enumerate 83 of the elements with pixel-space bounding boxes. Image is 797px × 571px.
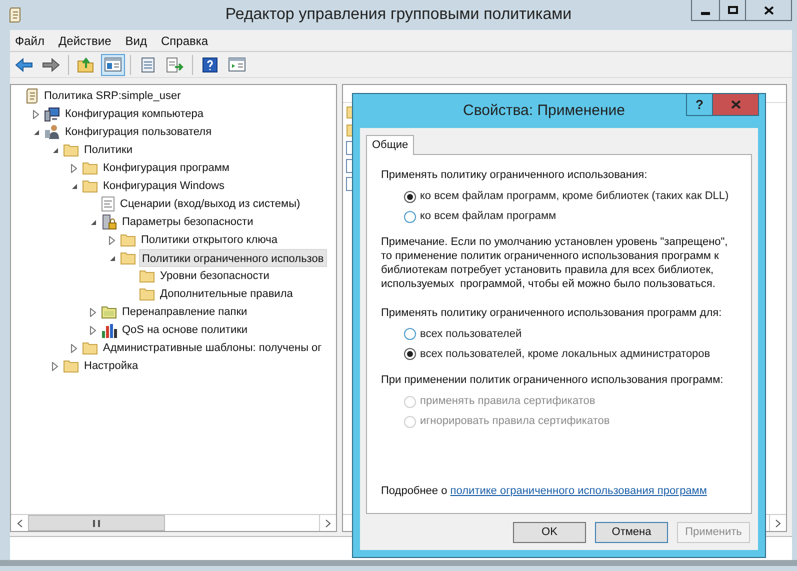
- tree-item[interactable]: QoS на основе политики: [120, 321, 250, 339]
- close-icon: [730, 100, 740, 109]
- scroll-thumb[interactable]: [28, 515, 165, 531]
- expanded-arrow-icon[interactable]: [109, 254, 116, 262]
- group-label: Применять политику ограниченного использования:: [381, 168, 648, 183]
- radio-label: ко всем файлам программ, кроме библиотек (таких как DLL): [420, 189, 729, 204]
- tree-item[interactable]: Перенаправление папки: [120, 303, 250, 321]
- scroll-icon: [25, 88, 39, 104]
- expanded-arrow-icon[interactable]: [52, 146, 59, 154]
- radio-label: применять правила сертификатов: [420, 394, 596, 410]
- tree-item[interactable]: Настройка: [82, 357, 140, 375]
- tree-item[interactable]: Параметры безопасности: [120, 213, 256, 231]
- folder-icon: [82, 179, 98, 193]
- back-arrow-icon: [15, 58, 33, 72]
- collapsed-arrow-icon[interactable]: [90, 326, 96, 334]
- folder-icon: [139, 287, 155, 301]
- tree-item[interactable]: Конфигурация программ: [101, 159, 232, 177]
- tree-item[interactable]: Дополнительные правила: [158, 285, 295, 303]
- tree-item[interactable]: Административные шаблоны: получены ог: [101, 339, 324, 357]
- expanded-arrow-icon[interactable]: [90, 218, 97, 226]
- script-icon: [101, 196, 115, 212]
- radio-button[interactable]: [404, 190, 416, 202]
- menu-item[interactable]: Справка: [161, 32, 208, 50]
- policy-link[interactable]: политике ограниченного использования программ: [450, 484, 707, 496]
- bar-chart-icon: [101, 322, 117, 338]
- menu-item[interactable]: Действие: [58, 32, 112, 50]
- folder-icon: [139, 269, 155, 283]
- tree-item[interactable]: Политики открытого ключа: [139, 231, 280, 249]
- radio-label: всех пользователей, кроме локальных администраторов: [420, 346, 710, 362]
- group-label: При применении политик ограниченного использования программ:: [381, 373, 724, 388]
- dialog-button[interactable]: OK: [513, 522, 586, 543]
- menu-item[interactable]: Вид: [125, 32, 147, 50]
- tab[interactable]: Общие: [366, 135, 414, 155]
- folder-icon: [101, 305, 117, 319]
- menu-item[interactable]: Файл: [15, 32, 45, 50]
- tree-item[interactable]: Политики ограниченного использов: [139, 249, 327, 267]
- properties-icon: [140, 56, 156, 72]
- note-text: Примечание. Если по умолчанию установлен уровень "запрещено", то применение политик ограниченного использования программ к библиотекам потребует установить правила для всех библиотек, используемых программой, чтобы ей можно было пользоваться.: [381, 234, 729, 290]
- folder-icon: [120, 233, 136, 247]
- radio-button[interactable]: [404, 328, 416, 340]
- close-icon: [764, 6, 774, 14]
- tree-item[interactable]: Конфигурация Windows: [101, 177, 226, 195]
- group-label: Применять политику ограниченного использования программ для:: [381, 306, 723, 320]
- tree-item[interactable]: Сценарии (вход/выход из системы): [118, 195, 302, 213]
- computer-icon: [44, 106, 60, 122]
- user-icon: [44, 124, 60, 140]
- forward-arrow-icon: [42, 58, 60, 72]
- tree-item[interactable]: Конфигурация пользователя: [63, 123, 214, 141]
- collapsed-arrow-icon[interactable]: [33, 110, 39, 118]
- collapsed-arrow-icon[interactable]: [71, 344, 77, 352]
- action-pane-icon: [228, 57, 246, 72]
- horizontal-scrollbar[interactable]: [11, 514, 336, 531]
- collapsed-arrow-icon[interactable]: [109, 236, 115, 244]
- tree-item[interactable]: Политики: [82, 141, 134, 159]
- folder-up-icon: [77, 56, 95, 72]
- tree-pane-icon: [104, 57, 122, 72]
- more-info-text: Подробнее о политике ограниченного использования программ: [381, 484, 708, 498]
- server-lock-icon: [101, 214, 117, 230]
- toolbar-button[interactable]: [101, 54, 125, 76]
- help-icon: [202, 56, 218, 72]
- expanded-arrow-icon[interactable]: [33, 128, 40, 136]
- radio-label: игнорировать правила сертификатов: [420, 414, 610, 430]
- window-title: Редактор управления групповыми политиками: [225, 5, 572, 25]
- dialog-button[interactable]: Отмена: [595, 522, 668, 543]
- radio-label: ко всем файлам программ: [420, 209, 556, 224]
- tree-item[interactable]: Политика SRP:simple_user: [42, 87, 183, 105]
- folder-icon: [82, 341, 98, 355]
- folder-icon: [120, 251, 136, 265]
- dialog-title: Свойства: Применение: [463, 100, 625, 121]
- folder-icon: [82, 161, 98, 175]
- folder-icon: [63, 359, 79, 373]
- radio-button[interactable]: [404, 210, 416, 222]
- expanded-arrow-icon[interactable]: [71, 182, 78, 190]
- collapsed-arrow-icon[interactable]: [90, 308, 96, 316]
- collapsed-arrow-icon[interactable]: [71, 164, 77, 172]
- radio-label: всех пользователей: [420, 326, 522, 342]
- tree-item[interactable]: Уровни безопасности: [158, 267, 272, 285]
- folder-icon: [63, 143, 79, 157]
- tree-item[interactable]: Конфигурация компьютера: [63, 105, 206, 123]
- collapsed-arrow-icon[interactable]: [52, 362, 58, 370]
- scroll-icon: [8, 7, 22, 23]
- radio-button[interactable]: [404, 348, 416, 360]
- export-list-icon: [166, 56, 184, 72]
